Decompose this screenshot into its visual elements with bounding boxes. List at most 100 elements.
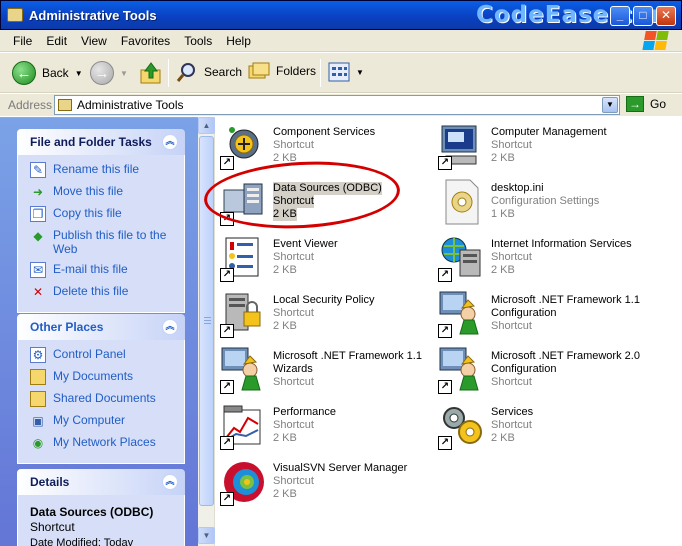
panel-body: ⚙ Control Panel My Documents Shared Docum… <box>17 340 185 464</box>
go-button[interactable]: → Go <box>626 96 666 112</box>
folders-button[interactable]: Folders <box>248 61 316 81</box>
my-documents-icon <box>30 369 46 385</box>
up-folder-button[interactable] <box>140 61 162 85</box>
place-my-documents[interactable]: My Documents <box>30 369 184 385</box>
place-label: My Computer <box>53 413 126 427</box>
file-type: Shortcut <box>491 320 532 332</box>
chevron-down-icon[interactable]: ▼ <box>75 69 83 78</box>
file-item-dotnet-wizards[interactable]: ↗ Microsoft .NET Framework 1.1 Wizards Sho… <box>220 346 422 394</box>
collapse-icon[interactable]: ︽ <box>162 474 178 490</box>
task-rename[interactable]: ✎ Rename this file <box>30 162 184 178</box>
rename-icon: ✎ <box>30 162 46 178</box>
views-icon <box>328 62 350 82</box>
scroll-up-icon[interactable]: ▲ <box>198 117 215 134</box>
menu-help[interactable]: Help <box>219 34 258 48</box>
close-button[interactable]: ✕ <box>656 6 676 26</box>
details-file-name: Data Sources (ODBC) <box>30 505 154 519</box>
panel-header[interactable]: File and Folder Tasks ︽ <box>17 129 185 155</box>
file-item-dotnet-config[interactable]: ↗ Microsoft .NET Framework 1.1 Configurat… <box>438 290 640 338</box>
collapse-icon[interactable]: ︽ <box>162 134 178 150</box>
dotnet-wizards-icon: ↗ <box>220 346 268 394</box>
task-pane: File and Folder Tasks ︽ ✎ Rename this fil… <box>0 117 198 546</box>
address-input[interactable]: Administrative Tools ▼ <box>54 95 620 115</box>
menu-favorites[interactable]: Favorites <box>114 34 177 48</box>
visualsvn-icon: ↗ <box>220 458 268 506</box>
file-item-services[interactable]: ↗ Services Shortcut 2 KB <box>438 402 533 450</box>
forward-button[interactable]: → ▼ <box>90 61 128 85</box>
file-name: Local Security Policy <box>273 294 375 306</box>
place-label: My Network Places <box>53 435 156 449</box>
panel-header[interactable]: Other Places ︽ <box>17 314 185 340</box>
address-label: Address <box>8 98 53 112</box>
file-item-desktop-ini[interactable]: desktop.ini Configuration Settings 1 KB <box>438 178 599 226</box>
place-my-network[interactable]: ◉ My Network Places <box>30 435 184 451</box>
file-folder-tasks-panel: File and Folder Tasks ︽ ✎ Rename this fil… <box>17 129 185 313</box>
other-places-panel: Other Places ︽ ⚙ Control Panel My Documen… <box>17 314 185 464</box>
back-button[interactable]: ← Back ▼ <box>12 61 83 85</box>
panel-header[interactable]: Details ︽ <box>17 469 185 495</box>
file-type: Shortcut <box>273 251 314 263</box>
file-item-dotnet2-config[interactable]: ↗ Microsoft .NET Framework 2.0 Configurat… <box>438 346 640 394</box>
file-type: Configuration Settings <box>491 195 600 207</box>
views-button[interactable]: ▼ <box>328 62 364 82</box>
file-size: 2 KB <box>491 152 515 164</box>
task-label: Publish this file to the Web <box>53 228 167 256</box>
chevron-down-icon[interactable]: ▼ <box>120 69 128 78</box>
file-item-computer-management[interactable]: ↗ Computer Management Shortcut 2 KB <box>438 122 607 170</box>
file-item-visualsvn[interactable]: ↗ VisualSVN Server Manager Shortcut 2 KB <box>220 458 407 506</box>
file-size: 2 KB <box>273 320 297 332</box>
menu-file[interactable]: File <box>6 34 39 48</box>
performance-icon: ↗ <box>220 402 268 450</box>
search-label: Search <box>204 65 243 79</box>
vertical-scrollbar[interactable]: ▲ ▼ <box>198 117 215 546</box>
scroll-down-icon[interactable]: ▼ <box>198 527 215 544</box>
task-label: Copy this file <box>53 206 122 220</box>
place-label: My Documents <box>53 369 134 383</box>
copy-icon: ❐ <box>30 206 46 222</box>
file-name: desktop.ini <box>491 182 544 194</box>
task-copy[interactable]: ❐ Copy this file <box>30 206 184 222</box>
task-publish[interactable]: ◆ Publish this file to the Web <box>30 228 184 256</box>
menu-bar: File Edit View Favorites Tools Help <box>0 30 682 52</box>
place-control-panel[interactable]: ⚙ Control Panel <box>30 347 184 363</box>
folders-icon <box>248 62 270 79</box>
chevron-down-icon[interactable]: ▼ <box>602 97 618 113</box>
file-item-performance[interactable]: ↗ Performance Shortcut 2 KB <box>220 402 336 450</box>
file-name: Services <box>491 406 534 418</box>
maximize-button[interactable]: □ <box>633 6 653 26</box>
task-label: Rename this file <box>53 162 140 176</box>
network-places-icon: ◉ <box>32 436 44 450</box>
place-shared-documents[interactable]: Shared Documents <box>30 391 184 407</box>
file-item-event-viewer[interactable]: ↗ Event Viewer Shortcut 2 KB <box>220 234 338 282</box>
search-button[interactable]: Search <box>176 61 242 83</box>
chevron-down-icon[interactable]: ▼ <box>356 68 364 77</box>
file-name: Performance <box>273 406 336 418</box>
menu-edit[interactable]: Edit <box>39 34 74 48</box>
menu-tools[interactable]: Tools <box>177 34 219 48</box>
control-panel-icon: ⚙ <box>30 347 46 363</box>
go-arrow-icon: → <box>626 96 644 112</box>
file-item-iis[interactable]: ↗ Internet Information Services Shortcut 2… <box>438 234 632 282</box>
place-my-computer[interactable]: ▣ My Computer <box>30 413 184 429</box>
collapse-icon[interactable]: ︽ <box>162 319 178 335</box>
task-delete[interactable]: ✕ Delete this file <box>30 284 184 300</box>
task-move[interactable]: ➜ Move this file <box>30 184 184 200</box>
move-icon: ➜ <box>32 185 44 199</box>
details-date-modified: Date Modified: Today <box>30 537 134 546</box>
file-name: Event Viewer <box>273 238 338 250</box>
file-item-local-security-policy[interactable]: ↗ Local Security Policy Shortcut 2 KB <box>220 290 375 338</box>
file-type: Shortcut <box>491 139 532 151</box>
file-name: Component Services <box>273 126 376 138</box>
file-name: Internet Information Services <box>491 238 632 250</box>
file-name: VisualSVN Server Manager <box>273 462 408 474</box>
email-icon: ✉ <box>30 262 46 278</box>
menu-view[interactable]: View <box>74 34 114 48</box>
task-label: Move this file <box>53 184 124 198</box>
component-services-icon: ↗ <box>220 122 268 170</box>
up-folder-icon <box>140 62 161 84</box>
task-email[interactable]: ✉ E-mail this file <box>30 262 184 278</box>
minimize-button[interactable]: _ <box>610 6 630 26</box>
windows-logo-icon <box>642 31 676 51</box>
event-viewer-icon: ↗ <box>220 234 268 282</box>
task-label: Delete this file <box>53 284 129 298</box>
